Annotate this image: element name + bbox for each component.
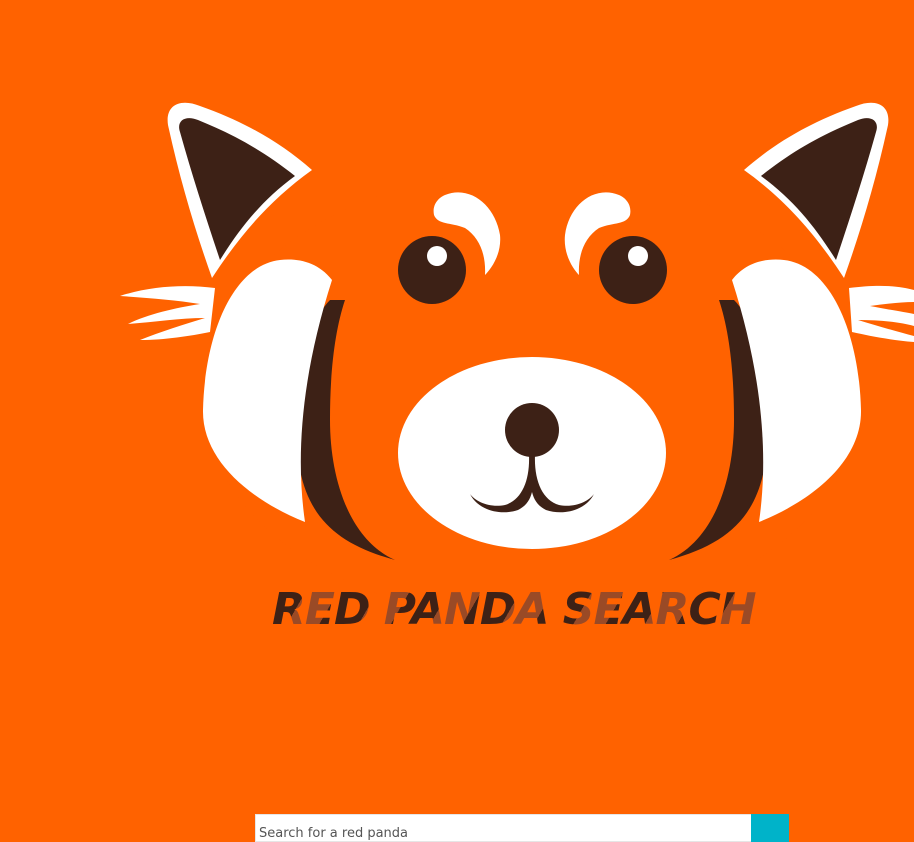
search-button[interactable] bbox=[751, 814, 789, 842]
brand-title: RED PANDA SEARCH bbox=[272, 582, 796, 638]
left-eye bbox=[398, 236, 466, 304]
search-bar bbox=[255, 814, 789, 842]
right-whiskers bbox=[849, 285, 914, 342]
right-eye-shine bbox=[628, 246, 648, 266]
search-input[interactable] bbox=[255, 814, 751, 842]
left-whiskers bbox=[120, 286, 215, 340]
left-eye-shine bbox=[427, 246, 447, 266]
right-eye bbox=[599, 236, 667, 304]
nose bbox=[505, 403, 559, 457]
red-panda-logo-icon bbox=[120, 102, 914, 620]
page: RED PANDA SEARCH bbox=[0, 0, 914, 842]
